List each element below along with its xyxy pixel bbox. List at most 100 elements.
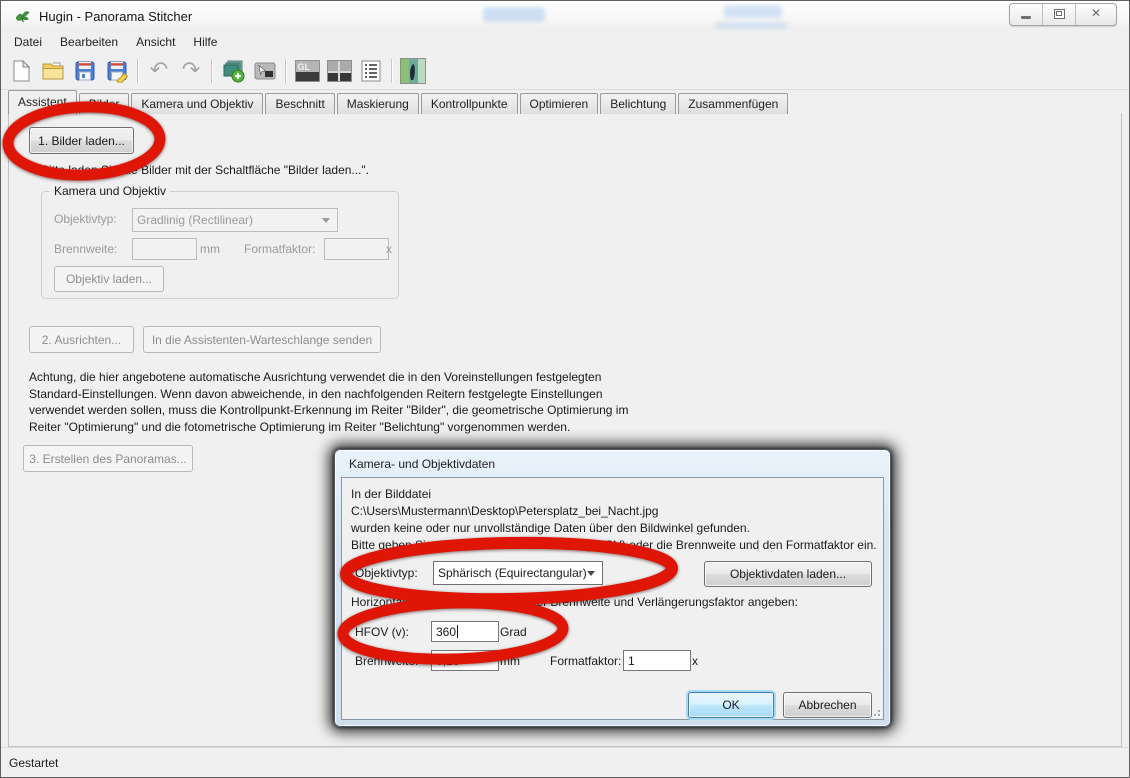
assistant-warning-text: Achtung, die hier angebotene automatisch…: [29, 369, 628, 435]
window-title: Hugin - Panorama Stitcher: [39, 9, 192, 24]
minimize-icon: [1021, 16, 1031, 19]
tab-bilder[interactable]: Bilder: [79, 93, 130, 114]
hfov-value: 360: [436, 625, 456, 639]
dialog-crop-input[interactable]: 1: [623, 650, 691, 671]
dialog-title: Kamera- und Objektivdaten: [349, 457, 495, 471]
focal-length-input[interactable]: [132, 238, 197, 260]
chevron-down-icon: [587, 571, 595, 576]
text-caret: [457, 625, 458, 638]
tab-kamera-und-objektiv[interactable]: Kamera und Objektiv: [131, 93, 263, 114]
undo-icon: ↶: [150, 59, 168, 83]
lens-type-label: Objektivtyp:: [54, 212, 117, 226]
crop-factor-label: Formatfaktor:: [244, 242, 315, 256]
align-button[interactable]: 2. Ausrichten...: [29, 326, 134, 353]
create-panorama-button[interactable]: 3. Erstellen des Panoramas...: [23, 445, 193, 472]
tab-strip: Assistent Bilder Kamera und Objektiv Bes…: [8, 91, 1122, 114]
hugin-app-icon: [14, 8, 31, 25]
dialog-lens-type-label: Objektivtyp:: [355, 566, 418, 580]
load-lens-button[interactable]: Objektiv laden...: [54, 266, 164, 292]
dialog-intro-text: In der Bilddatei C:\Users\Mustermann\Des…: [351, 486, 877, 554]
glass-reflection-artifact: [724, 5, 782, 18]
intro-line: wurden keine oder nur unvollständige Dat…: [351, 520, 877, 537]
redo-button[interactable]: ↷: [177, 57, 205, 85]
close-button[interactable]: ✕: [1076, 4, 1116, 25]
toolbar-separator: [137, 59, 138, 83]
tab-zusammenfuegen[interactable]: Zusammenfügen: [678, 93, 788, 114]
dialog-focal-input[interactable]: 6,16: [431, 650, 499, 671]
tab-belichtung[interactable]: Belichtung: [600, 93, 676, 114]
title-bar[interactable]: Hugin - Panorama Stitcher ✕: [1, 1, 1129, 32]
list-icon: [359, 59, 383, 83]
crop-factor-unit: x: [386, 242, 392, 256]
tab-kontrollpunkte[interactable]: Kontrollpunkte: [421, 93, 518, 114]
minimize-button[interactable]: [1010, 4, 1043, 25]
close-icon: ✕: [1076, 6, 1116, 20]
fine-tune-button[interactable]: [251, 57, 279, 85]
toolbar: ↶ ↷ GL: [1, 53, 1129, 90]
glass-reflection-artifact: [715, 22, 787, 29]
status-text: Gestartet: [9, 756, 58, 770]
menu-ansicht[interactable]: Ansicht: [127, 32, 184, 52]
redo-icon: ↷: [182, 59, 200, 83]
crop-factor-input[interactable]: [324, 238, 389, 260]
undo-button[interactable]: ↶: [145, 57, 173, 85]
groupbox-title: Kamera und Objektiv: [50, 184, 170, 198]
focal-length-label: Brennweite:: [54, 242, 117, 256]
new-project-button[interactable]: [7, 57, 35, 85]
menu-bearbeiten[interactable]: Bearbeiten: [51, 32, 127, 52]
glass-reflection-artifact: [483, 7, 545, 22]
window-controls: ✕: [1009, 3, 1117, 26]
save-project-button[interactable]: [71, 57, 99, 85]
tab-maskierung[interactable]: Maskierung: [337, 93, 419, 114]
add-images-button[interactable]: [219, 57, 247, 85]
tab-optimieren[interactable]: Optimieren: [520, 93, 599, 114]
dialog-focal-label: Brennweite:: [355, 654, 418, 668]
load-images-button[interactable]: 1. Bilder laden...: [29, 127, 134, 154]
status-bar: Gestartet: [1, 747, 1129, 777]
dialog-focal-value: 6,16: [436, 654, 459, 668]
image-pointer-icon: [253, 59, 277, 83]
add-images-icon: [221, 59, 245, 83]
toolbar-separator: [211, 59, 212, 83]
warning-line: Standard-Einstellungen. Wenn davon abwei…: [29, 386, 628, 403]
ok-button[interactable]: OK: [688, 692, 774, 718]
hfov-unit: Grad: [500, 625, 527, 639]
save-icon: [73, 59, 97, 83]
menu-hilfe[interactable]: Hilfe: [184, 32, 226, 52]
dialog-body: In der Bilddatei C:\Users\Mustermann\Des…: [341, 477, 884, 720]
menu-bar: Datei Bearbeiten Ansicht Hilfe: [1, 31, 1129, 54]
hfov-input[interactable]: 360: [431, 621, 499, 642]
tab-beschnitt[interactable]: Beschnitt: [265, 93, 334, 114]
resize-grip[interactable]: [869, 705, 880, 716]
dialog-lens-type-value: Sphärisch (Equirectangular): [438, 566, 587, 580]
open-project-button[interactable]: [39, 57, 67, 85]
dialog-crop-label: Formatfaktor:: [550, 654, 621, 668]
save-project-as-button[interactable]: [103, 57, 131, 85]
send-to-queue-button[interactable]: In die Assistenten-Warteschlange senden: [143, 326, 381, 353]
warning-line: Achtung, die hier angebotene automatisch…: [29, 369, 628, 386]
dialog-lens-type-dropdown[interactable]: Sphärisch (Equirectangular): [433, 561, 603, 585]
camera-lens-data-dialog: Kamera- und Objektivdaten In der Bilddat…: [334, 449, 891, 727]
restore-button[interactable]: [1043, 4, 1076, 25]
preview-panorama-button[interactable]: [399, 57, 427, 85]
save-as-icon: [105, 59, 129, 83]
control-point-list-button[interactable]: [357, 57, 385, 85]
toolbar-separator: [285, 59, 286, 83]
menu-datei[interactable]: Datei: [5, 32, 51, 52]
chevron-down-icon: [322, 218, 330, 223]
gl-preview-button[interactable]: GL: [293, 57, 321, 85]
camera-lens-groupbox: Kamera und Objektiv Objektivtyp: Gradlin…: [41, 191, 399, 299]
hugin-main-window: Hugin - Panorama Stitcher ✕ Datei Bearbe…: [0, 0, 1130, 778]
warning-line: Reiter "Optimierung" und die fotometrisc…: [29, 419, 628, 436]
new-file-icon: [9, 59, 33, 83]
preview-window-button[interactable]: [325, 57, 353, 85]
load-lens-data-button[interactable]: Objektivdaten laden...: [704, 561, 872, 587]
lens-type-value: Gradlinig (Rectilinear): [137, 213, 253, 227]
cancel-button[interactable]: Abbrechen: [783, 692, 872, 718]
tab-assistent[interactable]: Assistent: [8, 90, 77, 115]
intro-line: In der Bilddatei: [351, 486, 877, 503]
dialog-focal-unit: mm: [500, 654, 520, 668]
lens-type-dropdown[interactable]: Gradlinig (Rectilinear): [132, 208, 338, 232]
warning-line: verwendet werden sollen, muss die Kontro…: [29, 402, 628, 419]
restore-icon: [1054, 9, 1065, 19]
